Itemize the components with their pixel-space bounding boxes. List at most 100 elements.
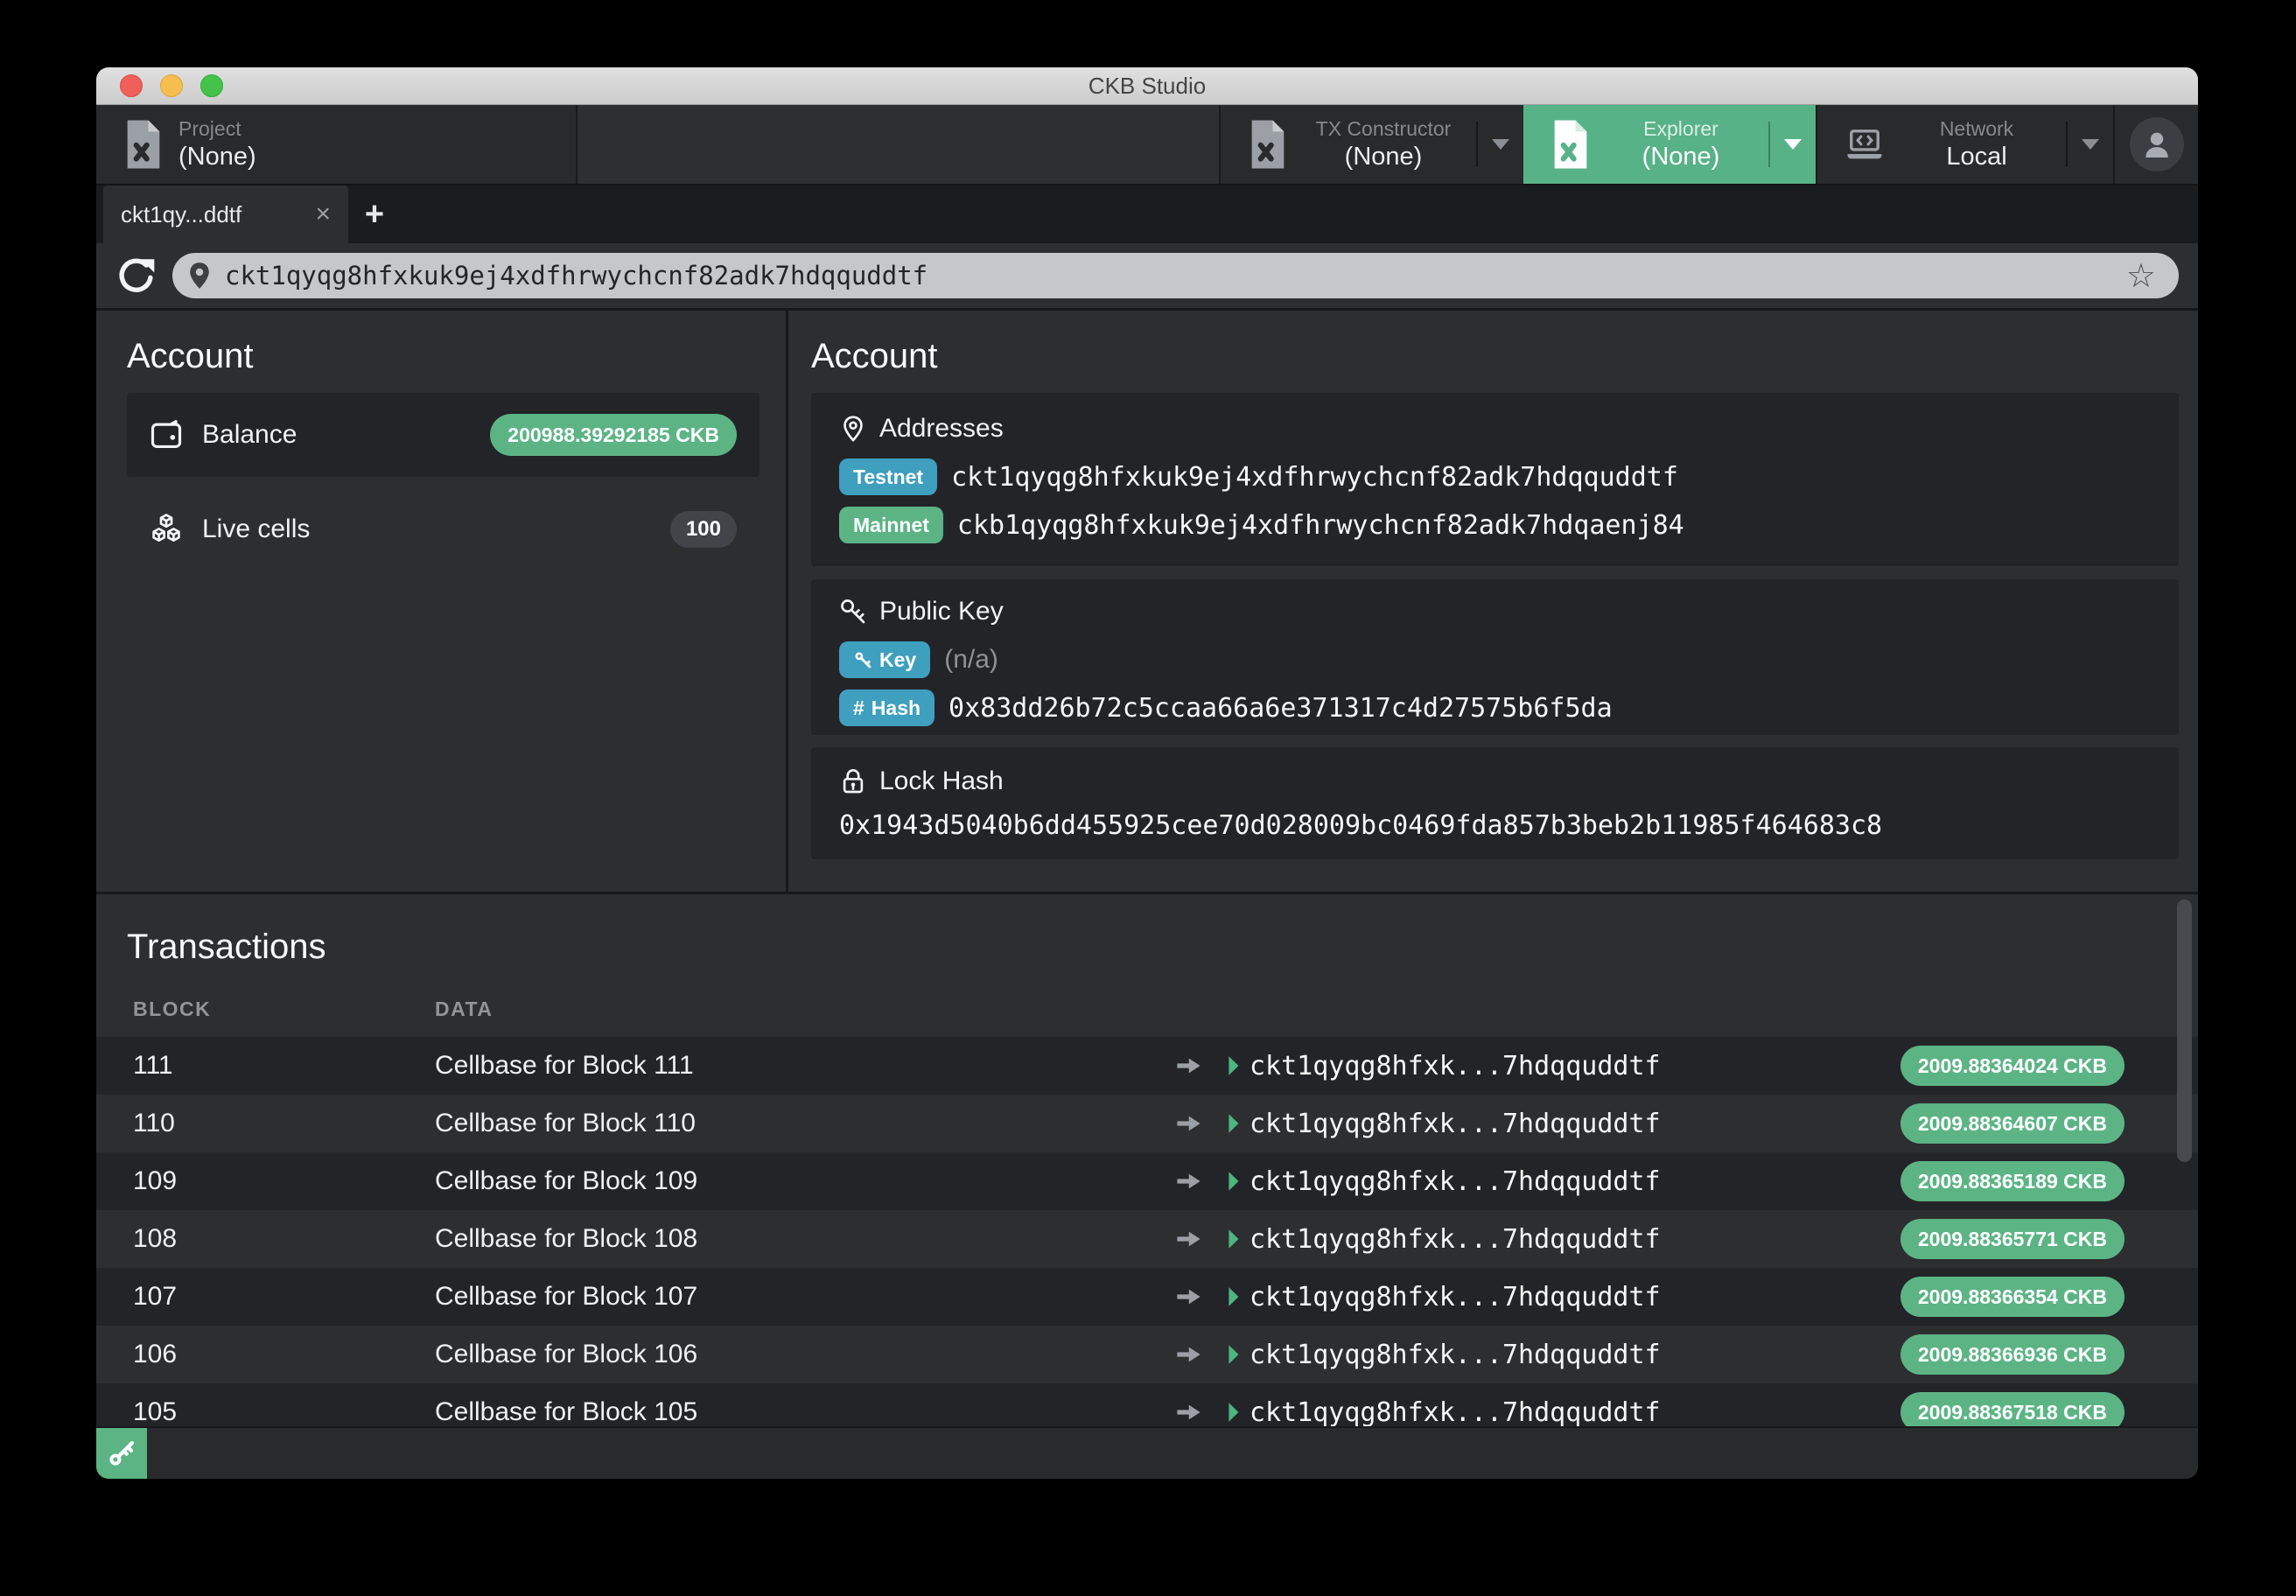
lock-icon: [839, 767, 867, 795]
keychain-button[interactable]: [96, 1428, 147, 1479]
tx-amount-badge: 2009.88366936 CKB: [1900, 1334, 2124, 1375]
refresh-button[interactable]: [112, 252, 160, 300]
chevron-down-icon[interactable]: [1784, 139, 1802, 150]
arrow-right-icon: [1175, 1113, 1227, 1134]
desktop-background: CKB Studio Project (None) TX Constructo: [0, 0, 2296, 1596]
mainnet-address[interactable]: ckb1qyqg8hfxkuk9ej4xdfhrwychcnf82adk7hdq…: [957, 510, 1684, 541]
public-key-hash[interactable]: 0x83dd26b72c5ccaa66a6e371317c4d27575b6f5…: [948, 693, 1613, 724]
project-label: Project: [178, 117, 256, 140]
project-selector[interactable]: Project (None): [96, 105, 576, 184]
tx-address[interactable]: ckt1qyqg8hfxk...7hdqquddtf: [1250, 1109, 1661, 1139]
user-avatar-button[interactable]: [2113, 105, 2198, 184]
addresses-header: Addresses: [839, 409, 2154, 449]
tab-active[interactable]: ckt1qy...ddtf ×: [103, 186, 348, 243]
window-title: CKB Studio: [1088, 73, 1206, 100]
avatar: [2130, 117, 2184, 172]
address-bar-row: ckt1qyqg8hfxkuk9ej4xdfhrwychcnf82adk7hdq…: [96, 243, 2198, 311]
close-window-button[interactable]: [120, 74, 143, 97]
key-badge-label: Key: [879, 648, 916, 672]
explorer-selector[interactable]: Explorer (None): [1523, 105, 1816, 184]
network-label: Network: [1940, 117, 2013, 140]
project-file-icon: [124, 120, 163, 169]
live-cells-nav-item[interactable]: Live cells 100: [127, 487, 760, 571]
table-row[interactable]: 106 Cellbase for Block 106 ckt1qyqg8hfxk…: [96, 1326, 2198, 1383]
tx-amount-badge: 2009.88365771 CKB: [1900, 1219, 2124, 1259]
table-row[interactable]: 110 Cellbase for Block 110 ckt1qyqg8hfxk…: [96, 1095, 2198, 1152]
tx-address[interactable]: ckt1qyqg8hfxk...7hdqquddtf: [1250, 1051, 1661, 1082]
table-row[interactable]: 111 Cellbase for Block 111 ckt1qyqg8hfxk…: [96, 1037, 2198, 1095]
titlebar: CKB Studio: [96, 67, 2198, 105]
lock-hash-value[interactable]: 0x1943d5040b6dd455925cee70d028009bc0469f…: [839, 810, 2154, 841]
balance-nav-item[interactable]: Balance 200988.39292185 CKB: [127, 393, 760, 477]
tx-data: Cellbase for Block 110: [435, 1109, 1175, 1138]
wallet-icon: [150, 418, 183, 452]
url-text[interactable]: ckt1qyqg8hfxkuk9ej4xdfhrwychcnf82adk7hdq…: [225, 261, 928, 290]
tx-amount-badge: 2009.88366354 CKB: [1900, 1277, 2124, 1317]
tx-address[interactable]: ckt1qyqg8hfxk...7hdqquddtf: [1250, 1340, 1661, 1370]
divider: [2066, 122, 2068, 167]
tx-address[interactable]: ckt1qyqg8hfxk...7hdqquddtf: [1250, 1166, 1661, 1197]
chevron-right-icon: [1227, 1171, 1250, 1192]
divider: [1768, 122, 1770, 167]
explorer-value: (None): [1642, 143, 1720, 172]
network-selector[interactable]: Network Local: [1816, 105, 2113, 184]
balance-label: Balance: [202, 420, 297, 450]
address-bar[interactable]: ckt1qyqg8hfxkuk9ej4xdfhrwychcnf82adk7hdq…: [172, 253, 2179, 298]
table-row[interactable]: 105 Cellbase for Block 105 ckt1qyqg8hfxk…: [96, 1383, 2198, 1426]
arrow-right-icon: [1175, 1228, 1227, 1250]
block-number: 111: [96, 1051, 435, 1081]
tx-data: Cellbase for Block 105: [435, 1397, 1175, 1426]
column-header-block: BLOCK: [96, 998, 435, 1021]
addresses-card: Addresses Testnet ckt1qyqg8hfxkuk9ej4xdf…: [811, 393, 2179, 566]
tx-address[interactable]: ckt1qyqg8hfxk...7hdqquddtf: [1250, 1224, 1661, 1255]
tx-constructor-label: TX Constructor: [1316, 117, 1452, 140]
transactions-section: Transactions BLOCK DATA 111 Cellbase for…: [96, 894, 2198, 1426]
person-icon: [2139, 127, 2174, 162]
chevron-right-icon: [1227, 1055, 1250, 1076]
table-row[interactable]: 108 Cellbase for Block 108 ckt1qyqg8hfxk…: [96, 1210, 2198, 1268]
new-tab-button[interactable]: +: [348, 186, 401, 243]
tx-data: Cellbase for Block 107: [435, 1282, 1175, 1312]
transactions-table-body: 111 Cellbase for Block 111 ckt1qyqg8hfxk…: [96, 1037, 2198, 1426]
testnet-address[interactable]: ckt1qyqg8hfxkuk9ej4xdfhrwychcnf82adk7hdq…: [951, 462, 1678, 493]
block-number: 110: [96, 1109, 435, 1138]
chevron-down-icon[interactable]: [2082, 139, 2099, 150]
account-section: Account Balance 200988.39292185 CKB Live…: [96, 311, 2198, 894]
arrow-right-icon: [1175, 1055, 1227, 1076]
public-key-label: Public Key: [879, 597, 1004, 626]
block-number: 109: [96, 1166, 435, 1196]
minimize-window-button[interactable]: [160, 74, 183, 97]
tx-address[interactable]: ckt1qyqg8hfxk...7hdqquddtf: [1250, 1282, 1661, 1312]
tx-address[interactable]: ckt1qyqg8hfxk...7hdqquddtf: [1250, 1397, 1661, 1427]
tx-amount-badge: 2009.88367518 CKB: [1900, 1392, 2124, 1426]
bookmark-star-icon[interactable]: ☆: [2126, 259, 2156, 292]
network-laptop-icon: [1845, 120, 1884, 169]
toolbar-spacer: [576, 105, 1221, 184]
balance-badge: 200988.39292185 CKB: [490, 414, 737, 456]
public-key-card: Public Key Key (n/a) # Hash: [811, 579, 2179, 735]
tx-constructor-text: TX Constructor (None): [1303, 117, 1464, 172]
explorer-text: Explorer (None): [1606, 117, 1756, 172]
mainnet-address-row: Mainnet ckb1qyqg8hfxkuk9ej4xdfhrwychcnf8…: [839, 505, 2154, 545]
table-row[interactable]: 107 Cellbase for Block 107 ckt1qyqg8hfxk…: [96, 1268, 2198, 1326]
live-cells-count-badge: 100: [670, 511, 737, 548]
maximize-window-button[interactable]: [200, 74, 223, 97]
scrollbar-thumb[interactable]: [2177, 900, 2192, 1162]
chevron-down-icon[interactable]: [1492, 139, 1509, 150]
location-pin-icon: [185, 261, 214, 290]
tx-amount-badge: 2009.88365189 CKB: [1900, 1161, 2124, 1201]
tab-bar: ckt1qy...ddtf × +: [96, 186, 2198, 243]
chevron-right-icon: [1227, 1286, 1250, 1307]
tx-data: Cellbase for Block 109: [435, 1166, 1175, 1196]
tx-constructor-selector[interactable]: TX Constructor (None): [1221, 105, 1523, 184]
mainnet-badge: Mainnet: [839, 507, 943, 543]
account-detail-panel: Account Addresses Testnet ckt1qyqg8hfxku…: [788, 311, 2198, 892]
lock-hash-header: Lock Hash: [839, 761, 2154, 802]
table-row[interactable]: 109 Cellbase for Block 109 ckt1qyqg8hfxk…: [96, 1152, 2198, 1210]
location-pin-icon: [839, 415, 867, 443]
block-number: 107: [96, 1282, 435, 1312]
tab-close-icon[interactable]: ×: [315, 201, 331, 228]
account-summary-panel: Account Balance 200988.39292185 CKB Live…: [96, 311, 788, 892]
chevron-right-icon: [1227, 1402, 1250, 1423]
key-icon: [839, 598, 867, 626]
